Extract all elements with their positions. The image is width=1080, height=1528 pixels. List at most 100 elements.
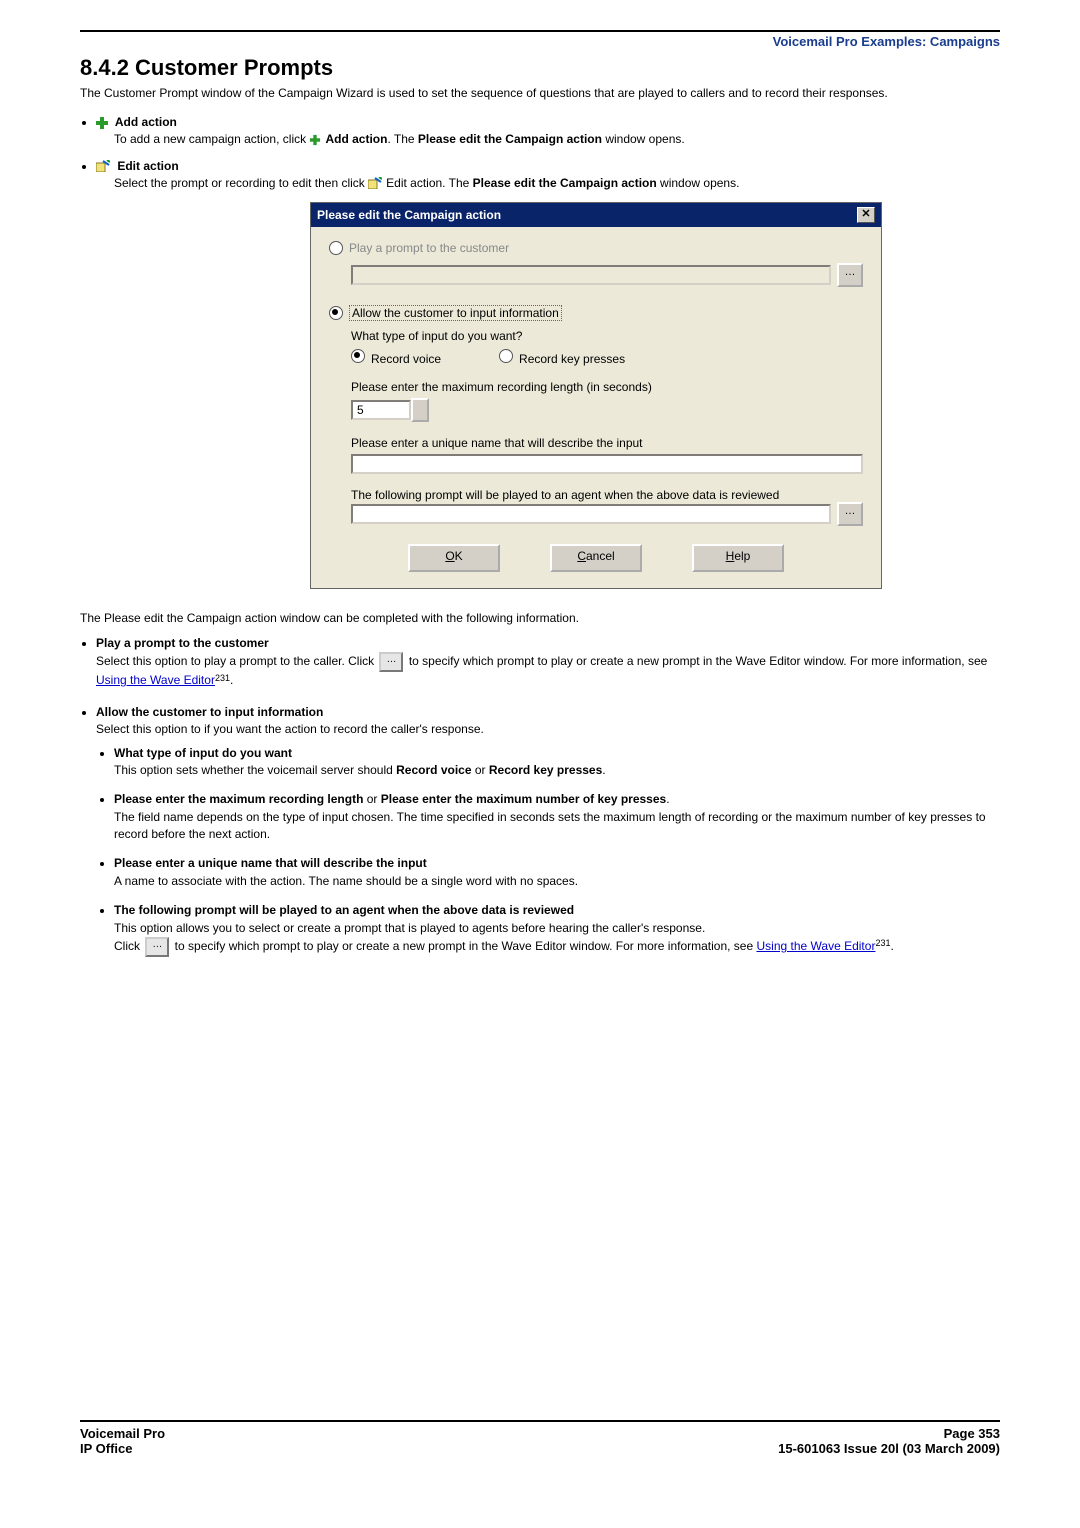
play-prompt-field-row: … bbox=[351, 263, 863, 287]
help-button[interactable]: Help bbox=[692, 544, 784, 572]
page-footer: Voicemail Pro IP Office Page 353 15-6010… bbox=[80, 1420, 1000, 1456]
section-title: Play a prompt to the customer bbox=[96, 635, 1000, 652]
wave-editor-link[interactable]: Using the Wave Editor bbox=[96, 673, 215, 687]
ok-button[interactable]: OK bbox=[408, 544, 500, 572]
max-length-input[interactable]: 5 bbox=[351, 400, 411, 420]
text: Select this option to play a prompt to t… bbox=[96, 655, 377, 669]
edit-action-text: Select the prompt or recording to edit t… bbox=[114, 175, 1000, 192]
item-title: What type of input do you want bbox=[114, 745, 1000, 762]
item-title: Please enter a unique name that will des… bbox=[114, 855, 1000, 872]
option-allow-input[interactable]: Allow the customer to input information bbox=[329, 305, 863, 321]
text: or bbox=[363, 792, 380, 806]
text: window opens. bbox=[657, 176, 740, 190]
top-rule bbox=[80, 30, 1000, 32]
text: to specify which prompt to play or creat… bbox=[405, 655, 987, 669]
what-type-item: What type of input do you want This opti… bbox=[114, 745, 1000, 780]
text: This option sets whether the voicemail s… bbox=[114, 763, 396, 777]
footer-product: Voicemail Pro bbox=[80, 1426, 165, 1441]
edit-action-label: Edit action bbox=[117, 159, 178, 173]
text: to specify which prompt to play or creat… bbox=[171, 939, 756, 953]
text: Please edit the Campaign action bbox=[418, 132, 602, 146]
option-label: Allow the customer to input information bbox=[349, 305, 562, 321]
intro-paragraph: The Customer Prompt window of the Campai… bbox=[80, 85, 1000, 101]
breadcrumb: Voicemail Pro Examples: Campaigns bbox=[80, 34, 1000, 49]
play-prompt-section: Play a prompt to the customer Select thi… bbox=[96, 635, 1000, 690]
dialog-button-row: OK Cancel Help bbox=[329, 544, 863, 572]
footer-platform: IP Office bbox=[80, 1441, 165, 1456]
item-body-1: This option allows you to select or crea… bbox=[114, 920, 1000, 937]
text: . The bbox=[387, 132, 417, 146]
max-length-item: Please enter the maximum recording lengt… bbox=[114, 791, 1000, 843]
ellipsis-button-icon: … bbox=[379, 652, 403, 672]
radio-icon[interactable] bbox=[499, 349, 513, 363]
text: . bbox=[602, 763, 605, 777]
text: window opens. bbox=[602, 132, 685, 146]
agent-prompt-label: The following prompt will be played to a… bbox=[351, 488, 863, 502]
text: . bbox=[666, 792, 669, 806]
text: . bbox=[890, 939, 893, 953]
radio-icon[interactable] bbox=[351, 349, 365, 363]
page-ref: 231 bbox=[215, 673, 230, 683]
option-label: Record key presses bbox=[519, 352, 625, 366]
agent-prompt-input[interactable] bbox=[351, 504, 831, 524]
ellipsis-button-icon: … bbox=[145, 937, 169, 957]
item-body: The field name depends on the type of in… bbox=[114, 809, 1000, 844]
radio-icon[interactable] bbox=[329, 241, 343, 255]
unique-name-input[interactable] bbox=[351, 454, 863, 474]
footer-left: Voicemail Pro IP Office bbox=[80, 1426, 165, 1456]
option-label: Record voice bbox=[371, 352, 441, 366]
browse-button[interactable]: … bbox=[837, 263, 863, 287]
unique-name-item: Please enter a unique name that will des… bbox=[114, 855, 1000, 890]
option-label: Play a prompt to the customer bbox=[349, 241, 509, 255]
max-length-row: 5 bbox=[351, 398, 863, 422]
text: or bbox=[472, 763, 489, 777]
play-prompt-input bbox=[351, 265, 831, 285]
unique-name-label: Please enter a unique name that will des… bbox=[351, 436, 863, 450]
agent-prompt-item: The following prompt will be played to a… bbox=[114, 902, 1000, 957]
dialog-titlebar: Please edit the Campaign action ✕ bbox=[311, 203, 881, 227]
item-body: A name to associate with the action. The… bbox=[114, 873, 1000, 890]
section-title: Allow the customer to input information bbox=[96, 704, 1000, 721]
edit-action-item: Edit action Select the prompt or recordi… bbox=[96, 159, 1000, 192]
page-title: 8.4.2 Customer Prompts bbox=[80, 55, 1000, 81]
item-title: The following prompt will be played to a… bbox=[114, 902, 1000, 919]
input-type-label: What type of input do you want? bbox=[351, 329, 863, 343]
text: Select the prompt or recording to edit t… bbox=[114, 176, 368, 190]
plus-icon bbox=[310, 135, 320, 145]
max-length-label: Please enter the maximum recording lengt… bbox=[351, 380, 863, 394]
option-play-prompt[interactable]: Play a prompt to the customer bbox=[329, 241, 863, 255]
close-icon[interactable]: ✕ bbox=[857, 207, 875, 223]
text: To add a new campaign action, click bbox=[114, 132, 309, 146]
browse-button[interactable]: … bbox=[837, 502, 863, 526]
footer-issue: 15-601063 Issue 20l (03 March 2009) bbox=[778, 1441, 1000, 1456]
text: . bbox=[230, 673, 233, 687]
cancel-button[interactable]: Cancel bbox=[550, 544, 642, 572]
allow-input-section: Allow the customer to input information … bbox=[96, 704, 1000, 957]
text: Record voice bbox=[396, 763, 471, 777]
input-value: 5 bbox=[357, 403, 364, 417]
item-title-row: Please enter the maximum recording lengt… bbox=[114, 791, 1000, 808]
dialog-title: Please edit the Campaign action bbox=[317, 208, 501, 222]
text: Please enter the maximum number of key p… bbox=[381, 792, 666, 806]
item-body: This option sets whether the voicemail s… bbox=[114, 762, 1000, 779]
option-record-voice[interactable]: Record voice bbox=[351, 349, 441, 366]
text: Record key presses bbox=[489, 763, 602, 777]
text: Click bbox=[114, 939, 143, 953]
section-body: Select this option to play a prompt to t… bbox=[96, 652, 1000, 689]
radio-icon[interactable] bbox=[329, 306, 343, 320]
edit-icon bbox=[368, 177, 382, 189]
section-sub: Select this option to if you want the ac… bbox=[96, 721, 1000, 738]
text: Please enter the maximum recording lengt… bbox=[114, 792, 363, 806]
text: Please edit the Campaign action bbox=[473, 176, 657, 190]
wave-editor-link[interactable]: Using the Wave Editor bbox=[757, 939, 876, 953]
input-type-section: What type of input do you want? Record v… bbox=[351, 329, 863, 526]
text: Edit action. The bbox=[386, 176, 473, 190]
document-page: Voicemail Pro Examples: Campaigns 8.4.2 … bbox=[40, 0, 1040, 1480]
footer-page: Page 353 bbox=[778, 1426, 1000, 1441]
add-action-text: To add a new campaign action, click Add … bbox=[114, 131, 1000, 148]
footer-right: Page 353 15-601063 Issue 20l (03 March 2… bbox=[778, 1426, 1000, 1456]
option-record-keys[interactable]: Record key presses bbox=[499, 349, 625, 366]
spinner-icon[interactable] bbox=[411, 398, 429, 422]
campaign-action-dialog: Please edit the Campaign action ✕ Play a… bbox=[310, 202, 882, 589]
below-intro: The Please edit the Campaign action wind… bbox=[80, 611, 1000, 625]
